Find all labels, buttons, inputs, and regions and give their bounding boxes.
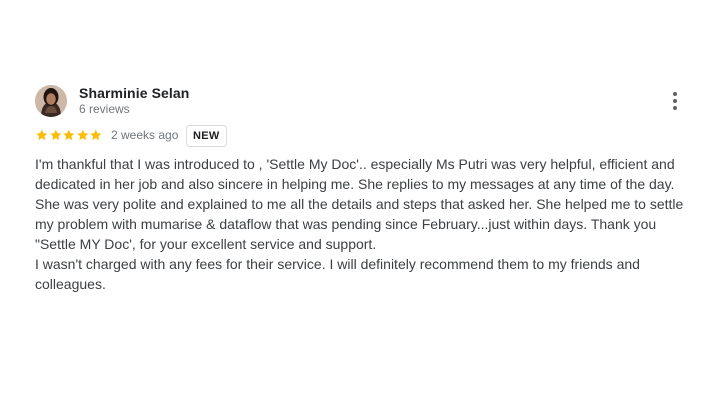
star-icon (77, 129, 89, 141)
avatar-photo (35, 85, 67, 117)
review-text: I'm thankful that I was introduced to , … (35, 154, 695, 294)
star-icon (36, 129, 48, 141)
review-card: Sharminie Selan 6 reviews 2 weeks ago NE… (35, 84, 695, 292)
avatar[interactable] (35, 85, 67, 117)
star-icon (63, 129, 75, 141)
more-options-button[interactable] (667, 90, 683, 112)
star-icon (49, 129, 61, 141)
review-meta: 2 weeks ago NEW (35, 125, 435, 147)
star-icon (90, 129, 102, 141)
review-date: 2 weeks ago (111, 128, 179, 142)
reviewer-name[interactable]: Sharminie Selan (79, 85, 189, 101)
star-rating (35, 128, 103, 142)
review-header: Sharminie Selan 6 reviews (35, 84, 695, 118)
reviewer-review-count: 6 reviews (79, 102, 130, 116)
more-vertical-icon (673, 92, 677, 110)
review-paragraph: I'm thankful that I was introduced to , … (35, 156, 684, 252)
new-badge: NEW (186, 125, 227, 147)
review-paragraph: I wasn't charged with any fees for their… (35, 256, 640, 292)
